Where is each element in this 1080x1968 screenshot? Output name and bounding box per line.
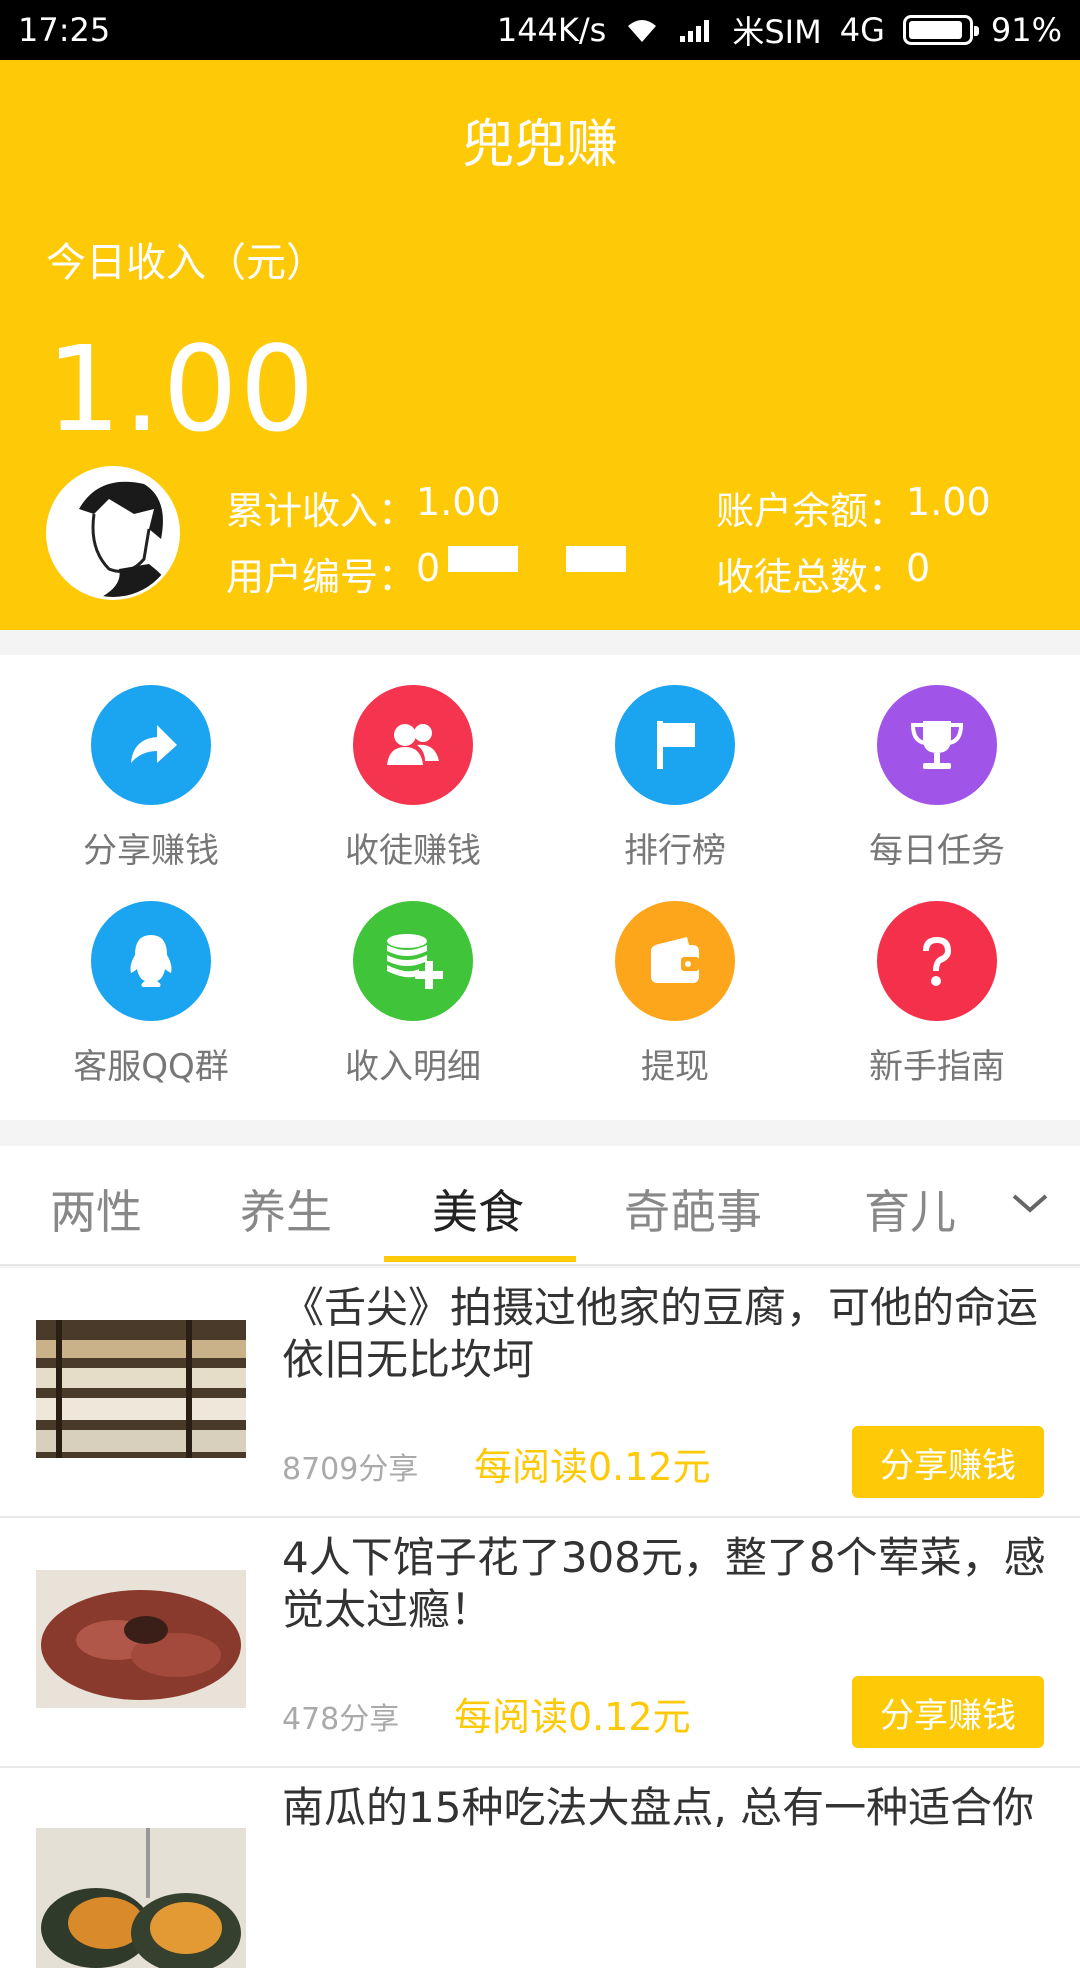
grid-label: 收徒赚钱 bbox=[345, 831, 481, 871]
tab-yuer[interactable]: 育儿 bbox=[864, 1176, 956, 1242]
user-id-stat: 用户编号： 0 bbox=[226, 546, 627, 601]
total-income-value: 1.00 bbox=[416, 480, 501, 524]
article-thumbnail bbox=[36, 1320, 246, 1458]
network-speed: 144K/s bbox=[496, 11, 607, 49]
tab-yangsheng[interactable]: 养生 bbox=[240, 1176, 332, 1242]
battery-icon bbox=[902, 15, 979, 45]
total-income-label: 累计收入： bbox=[226, 489, 417, 533]
share-count: 478分享 bbox=[282, 1702, 400, 1737]
grid-item-guide[interactable]: 新手指南 bbox=[807, 901, 1067, 1088]
article-title: 4人下馆子花了308元，整了8个荤菜，感觉太过瘾！ bbox=[282, 1533, 1046, 1634]
apprentice-stat: 收徒总数： 0 bbox=[716, 546, 930, 601]
apprentice-value: 0 bbox=[906, 546, 931, 590]
status-bar: 17:25 144K/s 米SIM 4G 91% bbox=[0, 0, 1080, 60]
grid-label: 每日任务 bbox=[869, 831, 1005, 871]
function-grid: 分享赚钱 收徒赚钱 排行榜 每日任务 客服QQ群 收入明细 提现 新手指南 bbox=[0, 655, 1080, 1120]
grid-item-ranking[interactable]: 排行榜 bbox=[545, 685, 805, 872]
tab-qipashi[interactable]: 奇葩事 bbox=[624, 1176, 762, 1242]
balance-label: 账户余额： bbox=[716, 489, 907, 533]
grid-label: 提现 bbox=[641, 1047, 709, 1087]
list-item[interactable]: 4人下馆子花了308元，整了8个荤菜，感觉太过瘾！ 478分享 每阅读0.12元… bbox=[0, 1518, 1080, 1768]
tab-liangxing[interactable]: 两性 bbox=[50, 1176, 142, 1242]
list-item[interactable]: 《舌尖》拍摄过他家的豆腐，可他的命运依旧无比坎坷 8709分享 每阅读0.12元… bbox=[0, 1268, 1080, 1518]
share-count: 8709分享 bbox=[282, 1452, 419, 1487]
reward-rate: 每阅读0.12元 bbox=[474, 1445, 711, 1489]
grid-item-recruit[interactable]: 收徒赚钱 bbox=[283, 685, 543, 872]
grid-item-withdraw[interactable]: 提现 bbox=[545, 901, 805, 1088]
network-type: 4G bbox=[839, 11, 885, 49]
status-time: 17:25 bbox=[18, 11, 111, 49]
coins-plus-icon bbox=[353, 901, 473, 1021]
user-id-label: 用户编号： bbox=[226, 555, 417, 599]
grid-item-share[interactable]: 分享赚钱 bbox=[21, 685, 281, 872]
article-list: 《舌尖》拍摄过他家的豆腐，可他的命运依旧无比坎坷 8709分享 每阅读0.12元… bbox=[0, 1268, 1080, 1968]
share-earn-button[interactable]: 分享赚钱 bbox=[852, 1676, 1044, 1748]
article-thumbnail bbox=[36, 1828, 246, 1968]
signal-icon bbox=[678, 16, 714, 44]
redaction-bar bbox=[448, 546, 519, 572]
qq-icon bbox=[91, 901, 211, 1021]
balance-value: 1.00 bbox=[906, 480, 991, 524]
article-title: 《舌尖》拍摄过他家的豆腐，可他的命运依旧无比坎坷 bbox=[282, 1283, 1039, 1384]
flag-icon bbox=[615, 685, 735, 805]
user-id-value: 0 bbox=[416, 546, 441, 590]
grid-label: 分享赚钱 bbox=[83, 831, 219, 871]
article-thumbnail bbox=[36, 1570, 246, 1708]
apprentice-label: 收徒总数： bbox=[716, 555, 907, 599]
today-income-label: 今日收入（元） bbox=[46, 240, 326, 286]
app-title: 兜兜赚 bbox=[461, 115, 618, 175]
share-icon bbox=[91, 685, 211, 805]
list-item[interactable]: 南瓜的15种吃法大盘点, 总有一种适合你 bbox=[0, 1768, 1080, 1968]
share-earn-button[interactable]: 分享赚钱 bbox=[852, 1426, 1044, 1498]
balance-stat: 账户余额： 1.00 bbox=[716, 480, 991, 535]
grid-label: 客服QQ群 bbox=[73, 1047, 229, 1087]
category-tabs: 两性 养生 美食 奇葩事 育儿 bbox=[0, 1146, 1080, 1266]
battery-percent: 91% bbox=[990, 11, 1062, 49]
grid-label: 新手指南 bbox=[869, 1047, 1005, 1087]
question-icon bbox=[877, 901, 997, 1021]
redaction-bar bbox=[566, 546, 627, 572]
grid-item-qq-group[interactable]: 客服QQ群 bbox=[21, 901, 281, 1088]
users-icon bbox=[353, 685, 473, 805]
grid-label: 收入明细 bbox=[345, 1047, 481, 1087]
wallet-icon bbox=[615, 901, 735, 1021]
today-income-value: 1.00 bbox=[46, 320, 317, 458]
tab-meishi[interactable]: 美食 bbox=[432, 1176, 524, 1242]
wifi-icon bbox=[624, 16, 660, 44]
chevron-down-icon[interactable] bbox=[1010, 1192, 1050, 1220]
article-title: 南瓜的15种吃法大盘点, 总有一种适合你 bbox=[282, 1783, 1035, 1832]
total-income-stat: 累计收入： 1.00 bbox=[226, 480, 501, 535]
reward-rate: 每阅读0.12元 bbox=[454, 1695, 691, 1739]
grid-item-daily-task[interactable]: 每日任务 bbox=[807, 685, 1067, 872]
avatar[interactable] bbox=[46, 466, 180, 600]
grid-label: 排行榜 bbox=[624, 831, 726, 871]
grid-item-income-detail[interactable]: 收入明细 bbox=[283, 901, 543, 1088]
trophy-icon bbox=[877, 685, 997, 805]
active-tab-indicator bbox=[384, 1256, 576, 1262]
earnings-header: 兜兜赚 今日收入（元） 1.00 累计收入： 1.00 账户余额： 1.00 用… bbox=[0, 60, 1080, 630]
carrier-name: 米SIM bbox=[732, 13, 822, 51]
